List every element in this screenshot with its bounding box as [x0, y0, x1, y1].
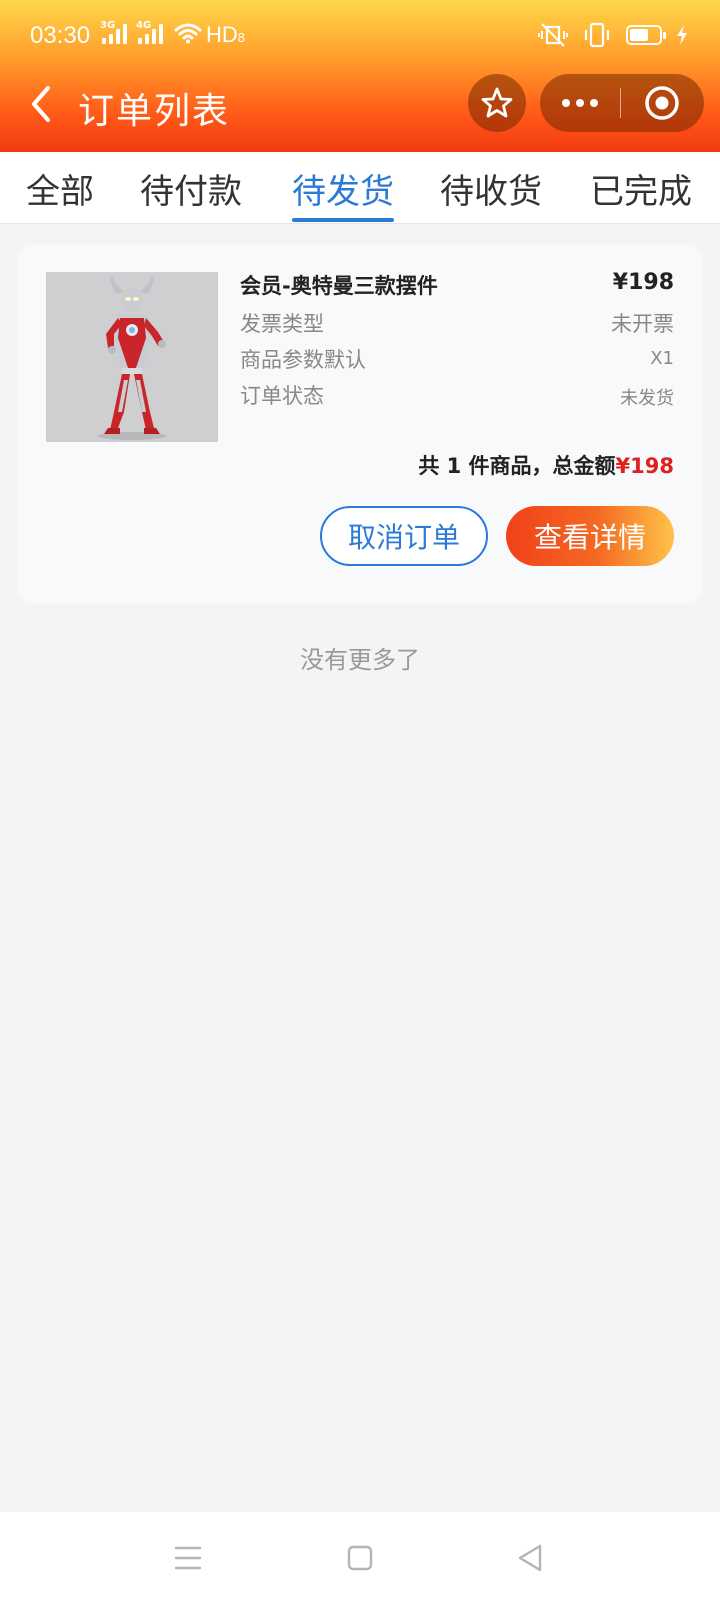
product-name: 会员-奥特曼三款摆件: [240, 274, 438, 298]
charging-icon: [677, 25, 687, 45]
tab-pending-receipt[interactable]: 待收货: [440, 164, 542, 213]
star-icon: [481, 87, 513, 118]
hd-indicator: HD8: [206, 22, 246, 47]
chevron-left-icon[interactable]: [22, 82, 62, 126]
mini-program-capsule: [540, 74, 704, 132]
status-right-icons: [538, 22, 688, 48]
order-status-tabs: 全部 待付款 待发货 待收货 已完成: [0, 152, 720, 224]
active-tab-indicator: [292, 218, 394, 222]
more-dots-icon: [562, 99, 598, 107]
product-price: ¥198: [612, 270, 674, 295]
square-icon[interactable]: [340, 1538, 380, 1578]
status-bar: 03:30 3G 4G HD8: [0, 18, 720, 54]
tab-pending-shipment[interactable]: 待发货: [292, 164, 394, 213]
status-time: 03:30: [30, 22, 91, 49]
cancel-order-button[interactable]: 取消订单: [320, 506, 488, 566]
title-bar: 订单列表: [0, 72, 720, 136]
tab-completed[interactable]: 已完成: [590, 164, 692, 213]
product-params-label: 商品参数默认: [240, 348, 366, 372]
system-navigation-bar: [0, 1512, 720, 1600]
signal-icon: [102, 24, 127, 44]
menu-lines-icon[interactable]: [168, 1538, 208, 1578]
order-total-amount: ¥198: [615, 454, 674, 478]
app-header: 03:30 3G 4G HD8 订单列表: [0, 0, 720, 152]
wifi-icon: [174, 23, 202, 44]
more-button[interactable]: [540, 74, 620, 132]
favorite-button[interactable]: [468, 74, 526, 132]
list-end-message: 没有更多了: [300, 646, 420, 674]
view-details-button[interactable]: 查看详情: [506, 506, 674, 566]
invoice-type-value: 未开票: [611, 312, 674, 336]
tab-all[interactable]: 全部: [26, 164, 94, 213]
tab-pending-payment[interactable]: 待付款: [140, 164, 242, 213]
triangle-back-icon[interactable]: [510, 1538, 550, 1578]
close-button[interactable]: [621, 74, 703, 132]
product-image[interactable]: [46, 272, 218, 442]
mute-vibrate-icon: [538, 23, 568, 47]
product-quantity-value: X1: [650, 348, 674, 369]
invoice-type-label: 发票类型: [240, 312, 324, 336]
signal-icon: [138, 24, 163, 44]
order-status-label: 订单状态: [240, 384, 324, 408]
order-status-value: 未发货: [620, 388, 674, 409]
vibrate-icon: [584, 22, 610, 48]
page-title: 订单列表: [78, 91, 231, 132]
battery-icon: [626, 25, 666, 45]
order-total-prefix: 共 1 件商品，总金额: [418, 454, 616, 478]
order-card[interactable]: 会员-奥特曼三款摆件 ¥198 发票类型 未开票 商品参数默认 X1 订单状态 …: [18, 244, 702, 604]
target-circle-icon: [645, 86, 679, 120]
order-total: 共 1 件商品，总金额¥198: [418, 450, 674, 480]
